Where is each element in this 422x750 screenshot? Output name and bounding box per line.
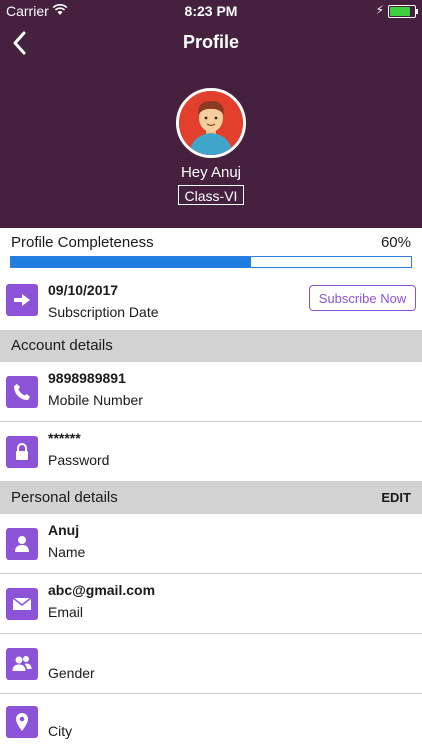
gender-row[interactable]: Gender: [0, 634, 422, 694]
completeness-label: Profile Completeness: [11, 234, 154, 251]
class-badge: Class-VI: [178, 185, 244, 205]
personal-details-header: Personal details EDIT: [0, 482, 422, 514]
page-title: Profile: [182, 32, 239, 52]
subscription-caption: Subscription Date: [48, 304, 159, 320]
mobile-number-value: 9898989891: [48, 370, 126, 386]
password-caption: Password: [48, 452, 110, 468]
password-value: ******: [48, 430, 81, 446]
mobile-number-caption: Mobile Number: [48, 392, 143, 408]
charging-icon: ⚡: [375, 3, 384, 17]
status-bar: Carrier 8:23 PM ⚡: [0, 0, 422, 22]
profile-header: Profile Hey Anuj Class-VI: [0, 22, 422, 228]
email-value: abc@gmail.com: [48, 582, 156, 598]
people-icon: [6, 648, 38, 680]
person-icon: [6, 528, 38, 560]
personal-details-label: Personal details: [11, 489, 118, 506]
subscription-row: 09/10/2017 Subscription Date Subscribe N…: [0, 274, 422, 330]
avatar-illustration: [179, 91, 243, 155]
account-details-header: Account details: [0, 330, 422, 362]
progress-fill: [11, 257, 251, 267]
edit-button[interactable]: EDIT: [381, 490, 411, 505]
arrow-right-icon: [6, 284, 38, 316]
city-row[interactable]: City: [0, 694, 422, 750]
status-time: 8:23 PM: [184, 3, 238, 19]
subscribe-now-button[interactable]: Subscribe Now: [309, 285, 416, 311]
email-row[interactable]: abc@gmail.com Email: [0, 574, 422, 634]
gender-caption: Gender: [48, 665, 95, 681]
completeness-progress-bar: [10, 256, 412, 268]
subscription-date: 09/10/2017: [48, 282, 119, 298]
profile-completeness: Profile Completeness 60%: [0, 228, 422, 274]
name-row[interactable]: Anuj Name: [0, 514, 422, 574]
name-value: Anuj: [48, 522, 80, 538]
avatar[interactable]: [176, 88, 246, 158]
location-pin-icon: [6, 706, 38, 738]
account-details-label: Account details: [11, 337, 113, 354]
lock-icon: [6, 436, 38, 468]
battery-icon: [388, 5, 418, 18]
password-row[interactable]: ****** Password: [0, 422, 422, 482]
city-caption: City: [48, 723, 73, 739]
phone-icon: [6, 376, 38, 408]
greeting-text: Hey Anuj: [180, 164, 242, 181]
mail-icon: [6, 588, 38, 620]
email-caption: Email: [48, 604, 84, 620]
completeness-percent: 60%: [380, 234, 411, 251]
name-caption: Name: [48, 544, 86, 560]
mobile-number-row[interactable]: 9898989891 Mobile Number: [0, 362, 422, 422]
